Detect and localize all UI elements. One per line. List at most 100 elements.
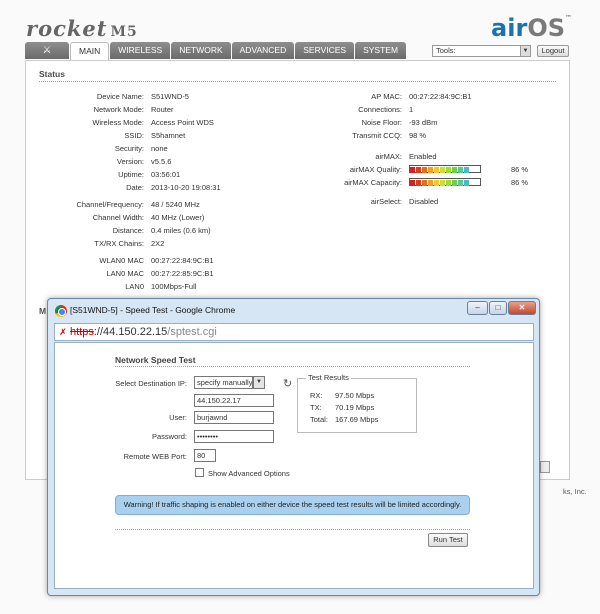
tab-advanced[interactable]: ADVANCED: [231, 42, 295, 59]
airmax-capacity-fill: [410, 179, 470, 186]
close-button[interactable]: ✕: [508, 301, 536, 315]
status-key: LAN0: [125, 282, 144, 291]
status-row: WLAN0 MAC 00:27:22:84:9C:B1: [26, 256, 213, 268]
status-value: Enabled: [409, 152, 437, 161]
status-value: 40 MHz (Lower): [151, 213, 205, 222]
status-key: airMAX:: [375, 152, 402, 161]
dest-ip-label: Select Destination IP:: [115, 379, 187, 388]
chrome-icon: [55, 305, 67, 317]
status-row: LAN0 MAC 00:27:22:85:9C:B1: [26, 269, 213, 281]
footer-divider: [115, 529, 470, 530]
status-value: 00:27:22:84:9C:B1: [151, 256, 214, 265]
status-key: Channel Width:: [92, 213, 144, 222]
status-row: LAN0 100Mbps-Full: [26, 282, 196, 294]
airos-logo: airOS™: [491, 14, 572, 42]
airos-tm: ™: [565, 14, 572, 22]
port-input[interactable]: 80: [194, 449, 216, 462]
status-row: AP MAC: 00:27:22:84:9C:B1: [26, 92, 471, 104]
password-input[interactable]: ••••••••: [194, 430, 274, 443]
window-titlebar[interactable]: [S51WND-5] - Speed Test - Google Chrome …: [48, 299, 539, 323]
status-value: 86 %: [511, 178, 529, 187]
tx-value: 70.19 Mbps: [335, 403, 375, 412]
status-row: airMAX Capacity: 86 %: [26, 178, 528, 190]
minimize-button[interactable]: –: [467, 301, 488, 315]
copyright: ks, Inc.: [563, 487, 587, 496]
url-scheme: https: [70, 326, 94, 338]
status-value: 2X2: [151, 239, 165, 248]
tab-main[interactable]: MAIN: [70, 42, 110, 60]
tab-network[interactable]: NETWORK: [171, 42, 231, 59]
logo-model: M5: [110, 24, 138, 40]
test-results-box: Test Results RX: 97.50 Mbps TX: 70.19 Mb…: [297, 373, 417, 433]
main-tabs: ⚔ MAIN WIRELESS NETWORK ADVANCED SERVICE…: [25, 42, 407, 60]
status-value: Disabled: [409, 197, 439, 206]
logout-button[interactable]: Logout: [537, 45, 569, 57]
status-row: airSelect: Disabled: [26, 197, 438, 209]
status-key: TX/RX Chains:: [94, 239, 144, 248]
speed-test-page: Network Speed Test Select Destination IP…: [54, 342, 534, 589]
status-row: Connections: 1: [26, 105, 413, 117]
total-label: Total:: [310, 415, 328, 424]
advanced-options-label: Show Advanced Options: [208, 469, 290, 478]
url-text: https://44.150.22.15/sptest.cgi: [70, 326, 217, 338]
status-value: 0.4 miles (0.6 km): [151, 226, 211, 235]
airmax-quality-bar: [409, 165, 481, 173]
status-row: TX/RX Chains: 2X2: [26, 239, 164, 251]
status-row: Noise Floor: -93 dBm: [26, 118, 438, 130]
maximize-button[interactable]: □: [489, 301, 507, 315]
status-key: Noise Floor:: [361, 118, 402, 127]
hidden-section-letter: M: [39, 306, 47, 316]
signal-segment: [416, 167, 421, 173]
signal-segment: [410, 167, 415, 173]
signal-segment: [440, 167, 445, 173]
status-value: 1: [409, 105, 414, 114]
signal-segment: [458, 180, 463, 186]
url-path: /sptest.cgi: [167, 326, 217, 338]
tools-label: Tools:: [436, 46, 456, 55]
signal-segment: [428, 167, 433, 173]
total-value: 167.69 Mbps: [335, 415, 379, 424]
advanced-options-checkbox[interactable]: [195, 468, 204, 477]
status-key: WLAN0 MAC: [99, 256, 144, 265]
tab-antenna[interactable]: ⚔: [25, 42, 69, 59]
tools-select[interactable]: Tools: ▼: [432, 45, 531, 57]
signal-segment: [452, 167, 457, 173]
dest-ip-select[interactable]: specify manually: [194, 376, 253, 389]
airmax-quality-fill: [410, 166, 470, 173]
chevron-down-icon[interactable]: ▼: [253, 376, 265, 389]
status-value: 00:27:22:84:9C:B1: [409, 92, 472, 101]
status-key: airMAX Capacity:: [344, 178, 402, 187]
insecure-lock-icon: ✗: [59, 327, 67, 337]
status-key: Transmit CCQ:: [352, 131, 402, 140]
signal-segment: [446, 180, 451, 186]
ip-input[interactable]: 44.150.22.17: [194, 394, 274, 407]
signal-segment: [464, 180, 469, 186]
status-row: Transmit CCQ: 98 %: [26, 131, 426, 143]
port-label: Remote WEB Port:: [123, 452, 187, 461]
airos-os: OS: [527, 14, 565, 42]
address-bar[interactable]: ✗ https://44.150.22.15/sptest.cgi: [54, 323, 534, 341]
test-results-legend: Test Results: [306, 373, 351, 382]
speed-test-heading: Network Speed Test: [115, 355, 196, 365]
tab-wireless[interactable]: WIRELESS: [110, 42, 171, 59]
status-value: -93 dBm: [409, 118, 438, 127]
rocket-logo: rocket M5: [26, 16, 138, 41]
status-divider: [39, 81, 556, 82]
refresh-icon[interactable]: ↻: [283, 377, 292, 390]
app-header: rocket M5 airOS™ ⚔ MAIN WIRELESS NETWORK …: [0, 0, 600, 60]
run-test-button[interactable]: Run Test: [428, 533, 468, 547]
status-value: 86 %: [511, 165, 529, 174]
signal-segment: [446, 167, 451, 173]
status-key: LAN0 MAC: [106, 269, 144, 278]
airos-air: air: [491, 14, 528, 42]
status-key: airSelect:: [370, 197, 402, 206]
tab-system[interactable]: SYSTEM: [355, 42, 407, 59]
logo-name: rocket: [26, 16, 108, 41]
user-input[interactable]: burjawnd: [194, 411, 274, 424]
tab-services[interactable]: SERVICES: [295, 42, 355, 59]
status-row: airMAX: Enabled: [26, 152, 436, 164]
signal-segment: [410, 180, 415, 186]
hidden-button-edge: [540, 461, 550, 473]
signal-segment: [422, 180, 427, 186]
status-value: 100Mbps-Full: [151, 282, 197, 291]
